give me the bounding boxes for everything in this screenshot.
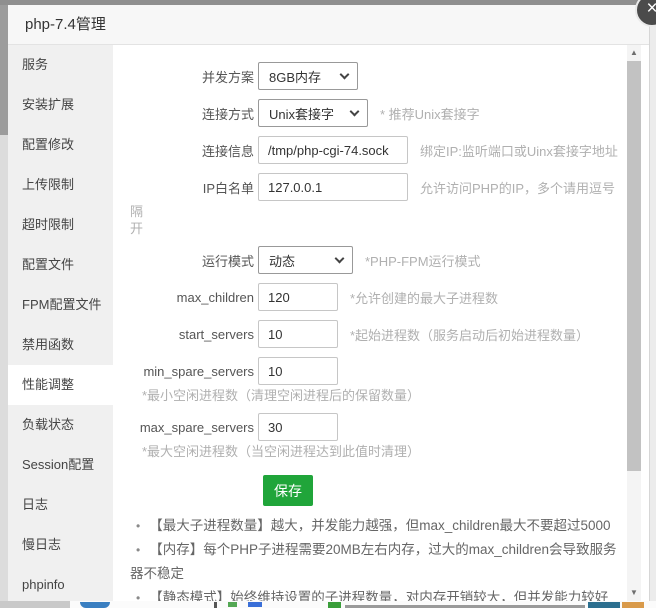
run-mode-select[interactable]: 动态	[258, 246, 353, 274]
connection-info-input[interactable]	[258, 136, 408, 164]
sidebar-item-service[interactable]: 服务	[8, 45, 113, 85]
form-row-connection-type: 连接方式 Unix套接字 * 推荐Unix套接字	[130, 99, 627, 127]
background-fragment	[80, 602, 110, 608]
min-spare-servers-label: min_spare_servers	[130, 364, 254, 379]
sidebar-item-config-edit[interactable]: 配置修改	[8, 125, 113, 165]
content-scrollbar[interactable]: ▲ ▼	[627, 45, 641, 601]
max-spare-servers-input[interactable]	[258, 413, 338, 441]
connection-type-select[interactable]: Unix套接字	[258, 99, 368, 127]
connection-info-hint: 绑定IP:监听端口或Uinx套接字地址	[420, 144, 618, 159]
sidebar-item-phpinfo[interactable]: phpinfo	[8, 565, 113, 601]
min-spare-servers-hint: *最小空闲进程数（清理空闲进程后的保留数量）	[142, 388, 420, 403]
background-fragment	[248, 602, 262, 607]
sidebar-item-upload-limit[interactable]: 上传限制	[8, 165, 113, 205]
run-mode-label: 运行模式	[130, 251, 254, 270]
performance-tuning-panel: 并发方案 8GB内存 连接方式 Unix套接字 * 推荐Unix套接字 连接信息…	[113, 45, 627, 601]
ip-whitelist-label: IP白名单	[130, 178, 254, 197]
form-row-min-spare-servers: min_spare_servers *最小空闲进程数（清理空闲进程后的保留数量）	[130, 357, 627, 404]
ip-whitelist-hint-wrap: 开	[130, 220, 627, 237]
start-servers-input[interactable]	[258, 320, 338, 348]
note-text: 【内存】每个PHP子进程需要20MB左右内存，过大的max_children会导…	[130, 542, 617, 581]
max-children-input[interactable]	[258, 283, 338, 311]
chevron-down-icon	[340, 69, 350, 79]
background-fragment	[622, 602, 644, 608]
concurrency-select-value: 8GB内存	[269, 67, 321, 86]
form-row-connection-info: 连接信息 绑定IP:监听端口或Uinx套接字地址	[130, 136, 627, 164]
backdrop-right	[650, 5, 656, 601]
scroll-down-icon[interactable]: ▼	[627, 585, 641, 601]
bullet-marker: •	[130, 543, 149, 557]
backdrop-left	[0, 5, 8, 135]
start-servers-hint: *起始进程数（服务启动后初始进程数量）	[350, 328, 589, 343]
dialog-titlebar: php-7.4管理	[8, 5, 649, 45]
min-spare-servers-input[interactable]	[258, 357, 338, 385]
php-manager-dialog: php-7.4管理 服务 安装扩展 配置修改 上传限制 超时限制 配置文件 FP…	[8, 5, 650, 601]
ip-whitelist-input[interactable]	[258, 173, 408, 201]
concurrency-select[interactable]: 8GB内存	[258, 62, 358, 90]
bullet-marker: •	[130, 519, 149, 533]
backdrop-bottom	[0, 601, 656, 608]
dialog-title: php-7.4管理	[8, 5, 649, 44]
form-row-max-spare-servers: max_spare_servers *最大空闲进程数（当空闲进程达到此值时清理）	[130, 413, 627, 460]
scrollbar-thumb[interactable]	[627, 61, 641, 471]
sidebar-item-log[interactable]: 日志	[8, 485, 113, 525]
sidebar-item-slow-log[interactable]: 慢日志	[8, 525, 113, 565]
connection-info-label: 连接信息	[130, 141, 254, 160]
note-max-children: •【最大子进程数量】越大，并发能力越强，但max_children最大不要超过5…	[130, 514, 619, 538]
background-fragment	[228, 602, 237, 607]
backdrop-left-lower	[0, 135, 8, 601]
sidebar-item-disabled-functions[interactable]: 禁用函数	[8, 325, 113, 365]
sidebar-item-session-config[interactable]: Session配置	[8, 445, 113, 485]
max-spare-servers-hint: *最大空闲进程数（当空闲进程达到此值时清理）	[142, 444, 420, 459]
chevron-down-icon	[350, 106, 360, 116]
note-memory: •【内存】每个PHP子进程需要20MB左右内存，过大的max_children会…	[130, 538, 619, 586]
max-children-hint: *允许创建的最大子进程数	[350, 291, 498, 306]
connection-type-select-value: Unix套接字	[269, 104, 334, 123]
background-fragment	[0, 601, 70, 608]
form-row-ip-whitelist: IP白名单 允许访问PHP的IP，多个请用逗号隔 开	[130, 173, 627, 237]
background-fragment	[328, 602, 341, 608]
sidebar-item-config-file[interactable]: 配置文件	[8, 245, 113, 285]
sidebar-item-load-status[interactable]: 负载状态	[8, 405, 113, 445]
note-text: 【最大子进程数量】越大，并发能力越强，但max_children最大不要超过50…	[149, 518, 610, 533]
sidebar-item-performance-tuning[interactable]: 性能调整	[8, 365, 113, 405]
save-button[interactable]: 保存	[263, 475, 313, 506]
bullet-marker: •	[130, 591, 149, 601]
notes-list: •【最大子进程数量】越大，并发能力越强，但max_children最大不要超过5…	[130, 514, 627, 601]
background-fragment	[588, 602, 620, 608]
note-static-mode: •【静态模式】始终维持设置的子进程数量，对内存开销较大，但并发能力较好	[130, 586, 619, 601]
sidebar-item-install-extensions[interactable]: 安装扩展	[8, 85, 113, 125]
concurrency-label: 并发方案	[130, 67, 254, 86]
sidebar-menu: 服务 安装扩展 配置修改 上传限制 超时限制 配置文件 FPM配置文件 禁用函数…	[8, 45, 113, 601]
scroll-up-icon[interactable]: ▲	[627, 45, 641, 61]
sidebar-item-timeout-limit[interactable]: 超时限制	[8, 205, 113, 245]
sidebar-item-fpm-config-file[interactable]: FPM配置文件	[8, 285, 113, 325]
run-mode-select-value: 动态	[269, 251, 295, 270]
form-row-start-servers: start_servers *起始进程数（服务启动后初始进程数量）	[130, 320, 627, 348]
form-row-run-mode: 运行模式 动态 *PHP-FPM运行模式	[130, 246, 627, 274]
form-row-concurrency: 并发方案 8GB内存	[130, 62, 627, 90]
connection-type-label: 连接方式	[130, 104, 254, 123]
background-fragment	[214, 602, 217, 608]
connection-type-hint: * 推荐Unix套接字	[380, 107, 480, 122]
start-servers-label: start_servers	[130, 327, 254, 342]
max-children-label: max_children	[130, 290, 254, 305]
max-spare-servers-label: max_spare_servers	[130, 420, 254, 435]
note-text: 【静态模式】始终维持设置的子进程数量，对内存开销较大，但并发能力较好	[149, 590, 608, 601]
form-row-max-children: max_children *允许创建的最大子进程数	[130, 283, 627, 311]
run-mode-hint: *PHP-FPM运行模式	[365, 254, 481, 269]
chevron-down-icon	[335, 253, 345, 263]
